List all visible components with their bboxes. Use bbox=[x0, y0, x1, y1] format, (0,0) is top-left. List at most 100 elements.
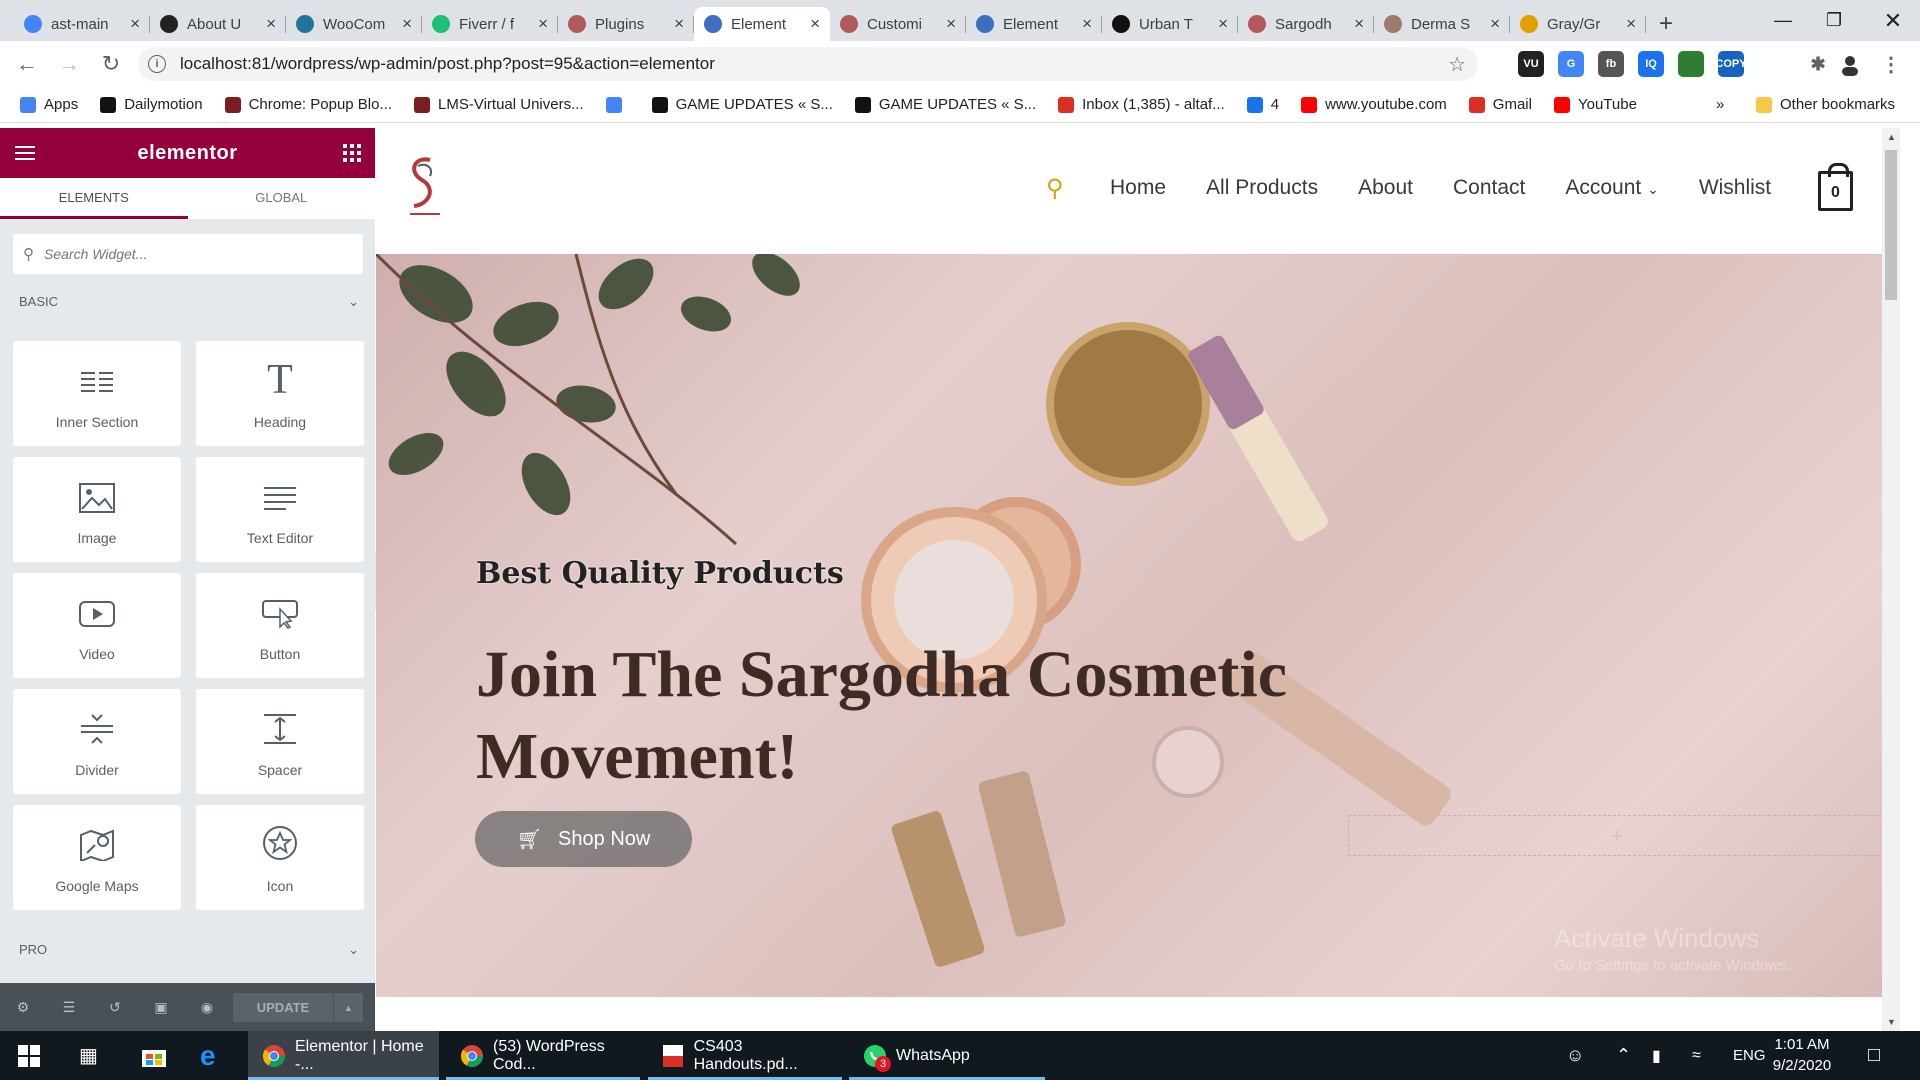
preview-scrollbar[interactable]: ▲ ▼ bbox=[1882, 128, 1900, 1031]
extension-icon[interactable]: COPY bbox=[1715, 51, 1747, 77]
more-bookmarks-button[interactable]: » bbox=[1716, 96, 1724, 113]
notification-icon[interactable]: □ bbox=[1868, 1031, 1880, 1080]
tray-chevron-icon[interactable]: ⌃ bbox=[1616, 1031, 1631, 1080]
nav-wishlist[interactable]: Wishlist bbox=[1699, 176, 1771, 200]
browser-tab[interactable]: Derma S × bbox=[1374, 7, 1510, 41]
browser-tab[interactable]: WooCom × bbox=[286, 7, 422, 41]
reload-button[interactable]: ↻ bbox=[96, 49, 126, 79]
category-pro[interactable]: PRO ⌄ bbox=[19, 942, 359, 958]
battery-icon[interactable]: ▮ bbox=[1652, 1031, 1661, 1080]
close-tab-icon[interactable]: × bbox=[810, 14, 820, 34]
start-button[interactable] bbox=[18, 1031, 40, 1080]
close-tab-icon[interactable]: × bbox=[1490, 14, 1500, 34]
taskbar-app[interactable]: Elementor | Home -... bbox=[248, 1031, 439, 1080]
edge-icon[interactable]: e bbox=[200, 1031, 216, 1080]
forward-button[interactable]: → bbox=[54, 49, 84, 79]
taskbar-app[interactable]: (53) WordPress Cod... bbox=[446, 1031, 640, 1080]
browser-tab[interactable]: About U × bbox=[150, 7, 286, 41]
store-icon[interactable] bbox=[141, 1031, 167, 1080]
close-tab-icon[interactable]: × bbox=[130, 14, 140, 34]
site-info-icon[interactable]: i bbox=[148, 55, 166, 73]
other-bookmarks-folder[interactable]: Other bookmarks bbox=[1756, 96, 1895, 113]
widget-text-editor[interactable]: Text Editor bbox=[196, 457, 364, 562]
taskbar-app[interactable]: CS403 Handouts.pd... bbox=[648, 1031, 842, 1080]
close-tab-icon[interactable]: × bbox=[946, 14, 956, 34]
widget-heading[interactable]: T Heading bbox=[196, 341, 364, 446]
scroll-up-icon[interactable]: ▲ bbox=[1887, 132, 1896, 142]
close-tab-icon[interactable]: × bbox=[402, 14, 412, 34]
back-button[interactable]: ← bbox=[12, 49, 42, 79]
navigator-layers-icon[interactable]: ☰ bbox=[46, 999, 92, 1016]
browser-tab[interactable]: Urban T × bbox=[1102, 7, 1238, 41]
bookmark-star-icon[interactable]: ☆ bbox=[1448, 52, 1466, 77]
scroll-thumb[interactable] bbox=[1885, 150, 1897, 300]
widget-divider[interactable]: Divider bbox=[13, 689, 181, 794]
nav-account[interactable]: Account ⌄ bbox=[1565, 176, 1658, 200]
browser-tab[interactable]: ast-main × bbox=[14, 7, 150, 41]
close-tab-icon[interactable]: × bbox=[538, 14, 548, 34]
add-element-dropzone[interactable]: + bbox=[1348, 815, 1886, 856]
people-icon[interactable]: ☺ bbox=[1566, 1031, 1584, 1080]
nav-contact[interactable]: Contact bbox=[1453, 176, 1525, 200]
scroll-down-icon[interactable]: ▼ bbox=[1887, 1017, 1896, 1027]
bookmark-item[interactable]: GAME UPDATES « S... bbox=[854, 96, 1036, 113]
taskbar-app[interactable]: 3 WhatsApp bbox=[849, 1031, 1045, 1080]
bookmark-item[interactable]: YouTube bbox=[1553, 96, 1637, 113]
nav-about[interactable]: About bbox=[1358, 176, 1413, 200]
bookmark-item[interactable]: Chrome: Popup Blo... bbox=[224, 96, 392, 113]
bookmark-item[interactable]: Apps bbox=[20, 96, 78, 113]
bookmark-item[interactable]: GAME UPDATES « S... bbox=[651, 96, 833, 113]
widget-icon[interactable]: Icon bbox=[196, 805, 364, 910]
bookmark-item[interactable]: 4 bbox=[1246, 96, 1279, 113]
menu-kebab-icon[interactable]: ⋮ bbox=[1878, 51, 1904, 77]
bookmark-item[interactable]: Gmail bbox=[1468, 96, 1532, 113]
language-indicator[interactable]: ENG bbox=[1733, 1031, 1766, 1080]
widget-inner-section[interactable]: Inner Section bbox=[13, 341, 181, 446]
profile-avatar[interactable] bbox=[1837, 51, 1863, 77]
close-tab-icon[interactable]: × bbox=[1218, 14, 1228, 34]
site-search-icon[interactable]: ⚲ bbox=[1046, 174, 1064, 203]
widgets-grid-icon[interactable] bbox=[343, 144, 361, 162]
tab-global[interactable]: GLOBAL bbox=[188, 178, 376, 219]
browser-tab[interactable]: Sargodh × bbox=[1238, 7, 1374, 41]
close-window-button[interactable]: ✕ bbox=[1862, 0, 1920, 41]
browser-tab[interactable]: Fiverr / f × bbox=[422, 7, 558, 41]
widget-spacer[interactable]: Spacer bbox=[196, 689, 364, 794]
browser-tab[interactable]: Plugins × bbox=[558, 7, 694, 41]
preview-eye-icon[interactable]: ◉ bbox=[184, 999, 230, 1016]
extension-icon[interactable] bbox=[1678, 51, 1704, 77]
wifi-icon[interactable]: ≈ bbox=[1692, 1031, 1701, 1080]
widget-google-maps[interactable]: Google Maps bbox=[13, 805, 181, 910]
settings-gear-icon[interactable]: ⚙ bbox=[0, 999, 46, 1016]
bookmark-item[interactable]: Inbox (1,385) - altaf... bbox=[1058, 96, 1225, 113]
nav-all-products[interactable]: All Products bbox=[1206, 176, 1318, 200]
task-view-icon[interactable]: ▦ bbox=[79, 1031, 98, 1080]
bookmark-item[interactable]: www.youtube.com bbox=[1301, 96, 1447, 113]
extension-icon[interactable]: VU bbox=[1518, 51, 1544, 77]
site-logo[interactable] bbox=[400, 154, 448, 220]
history-icon[interactable]: ↺ bbox=[92, 999, 138, 1016]
extensions-puzzle-icon[interactable]: ✱ bbox=[1805, 51, 1831, 77]
extension-icon[interactable]: IQ bbox=[1638, 51, 1664, 77]
bookmark-item[interactable]: Dailymotion bbox=[100, 96, 203, 113]
new-tab-button[interactable]: + bbox=[1646, 7, 1686, 41]
address-bar[interactable]: i localhost:81/wordpress/wp-admin/post.p… bbox=[138, 47, 1478, 81]
close-tab-icon[interactable]: × bbox=[1626, 14, 1636, 34]
hamburger-menu-icon[interactable] bbox=[15, 146, 35, 164]
close-tab-icon[interactable]: × bbox=[266, 14, 276, 34]
close-tab-icon[interactable]: × bbox=[1082, 14, 1092, 34]
close-tab-icon[interactable]: × bbox=[1354, 14, 1364, 34]
widget-video[interactable]: Video bbox=[13, 573, 181, 678]
browser-tab[interactable]: Element × bbox=[966, 7, 1102, 41]
widget-image[interactable]: Image bbox=[13, 457, 181, 562]
close-tab-icon[interactable]: × bbox=[674, 14, 684, 34]
browser-tab[interactable]: Gray/Gr × bbox=[1510, 7, 1646, 41]
responsive-mode-icon[interactable]: ▣ bbox=[138, 999, 184, 1016]
browser-tab[interactable]: Element × bbox=[694, 7, 830, 41]
widget-button[interactable]: Button bbox=[196, 573, 364, 678]
shop-now-button[interactable]: 🛒︎ Shop Now bbox=[475, 811, 692, 867]
extension-icon[interactable]: G bbox=[1558, 51, 1584, 77]
tab-elements[interactable]: ELEMENTS bbox=[0, 178, 188, 219]
bookmark-item[interactable]: LMS-Virtual Univers... bbox=[414, 96, 584, 113]
update-button[interactable]: UPDATE ▲ bbox=[233, 993, 363, 1022]
